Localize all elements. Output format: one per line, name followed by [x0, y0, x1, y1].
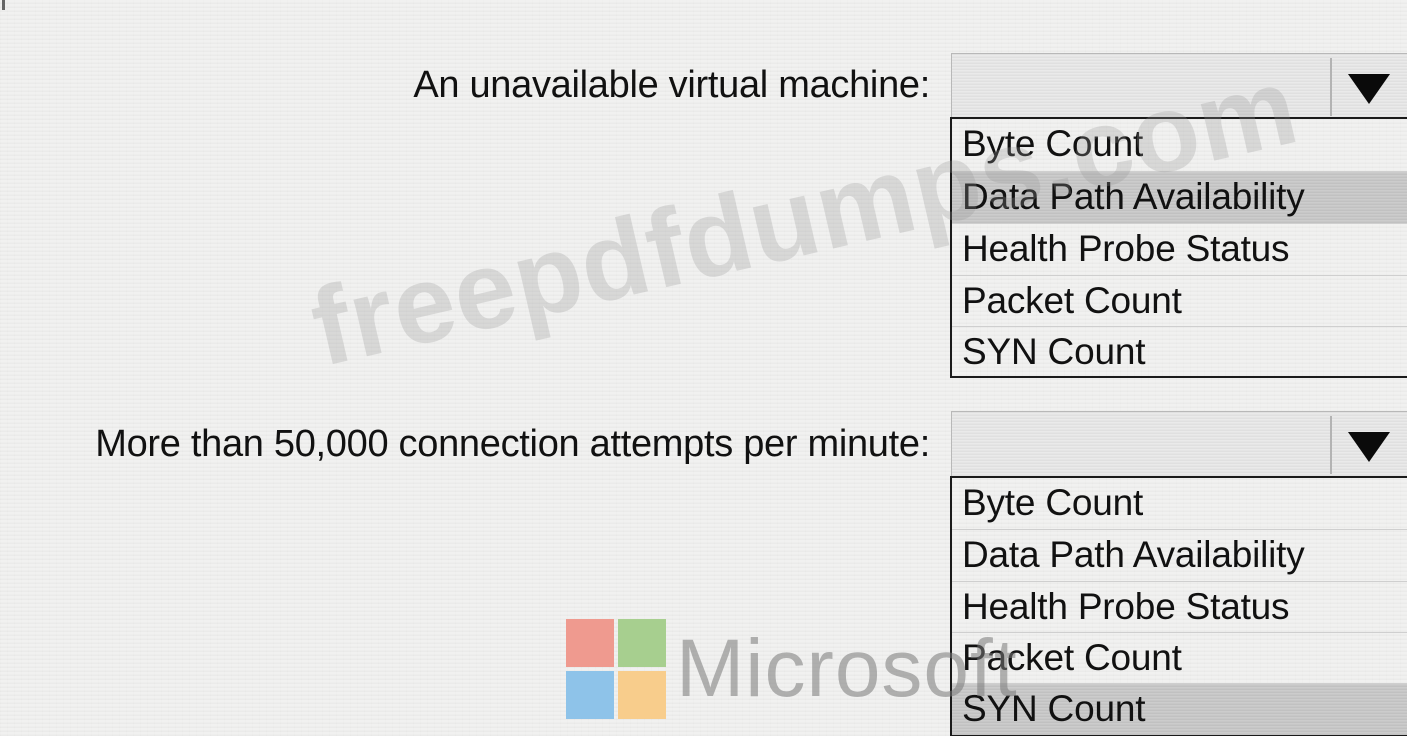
option-syn-count[interactable]: SYN Count [952, 683, 1407, 735]
microsoft-logo-icon [566, 619, 668, 721]
dropdown-divider [1330, 58, 1332, 116]
option-data-path-availability[interactable]: Data Path Availability [952, 529, 1407, 581]
option-byte-count[interactable]: Byte Count [952, 119, 1407, 171]
edge-mark [2, 0, 5, 10]
option-packet-count[interactable]: Packet Count [952, 275, 1407, 327]
question-2-options-list: Byte Count Data Path Availability Health… [950, 476, 1407, 736]
logo-square-green [618, 619, 666, 667]
triangle-down-icon[interactable] [1348, 432, 1390, 462]
triangle-down-icon[interactable] [1348, 74, 1390, 104]
option-health-probe-status[interactable]: Health Probe Status [952, 223, 1407, 275]
option-byte-count[interactable]: Byte Count [952, 478, 1407, 530]
logo-square-red [566, 619, 614, 667]
option-data-path-availability[interactable]: Data Path Availability [952, 171, 1407, 223]
question-1-options-list: Byte Count Data Path Availability Health… [950, 117, 1407, 378]
question-2-label: More than 50,000 connection attempts per… [95, 423, 930, 465]
question-1-label: An unavailable virtual machine: [413, 64, 930, 106]
option-syn-count[interactable]: SYN Count [952, 326, 1407, 378]
question-1-dropdown[interactable] [951, 53, 1407, 119]
dropdown-divider [1330, 416, 1332, 474]
question-2-dropdown[interactable] [951, 411, 1407, 477]
option-health-probe-status[interactable]: Health Probe Status [952, 581, 1407, 633]
logo-square-blue [566, 671, 614, 719]
logo-square-yellow [618, 671, 666, 719]
microsoft-wordmark: Microsoft [676, 623, 1018, 714]
option-packet-count[interactable]: Packet Count [952, 632, 1407, 684]
